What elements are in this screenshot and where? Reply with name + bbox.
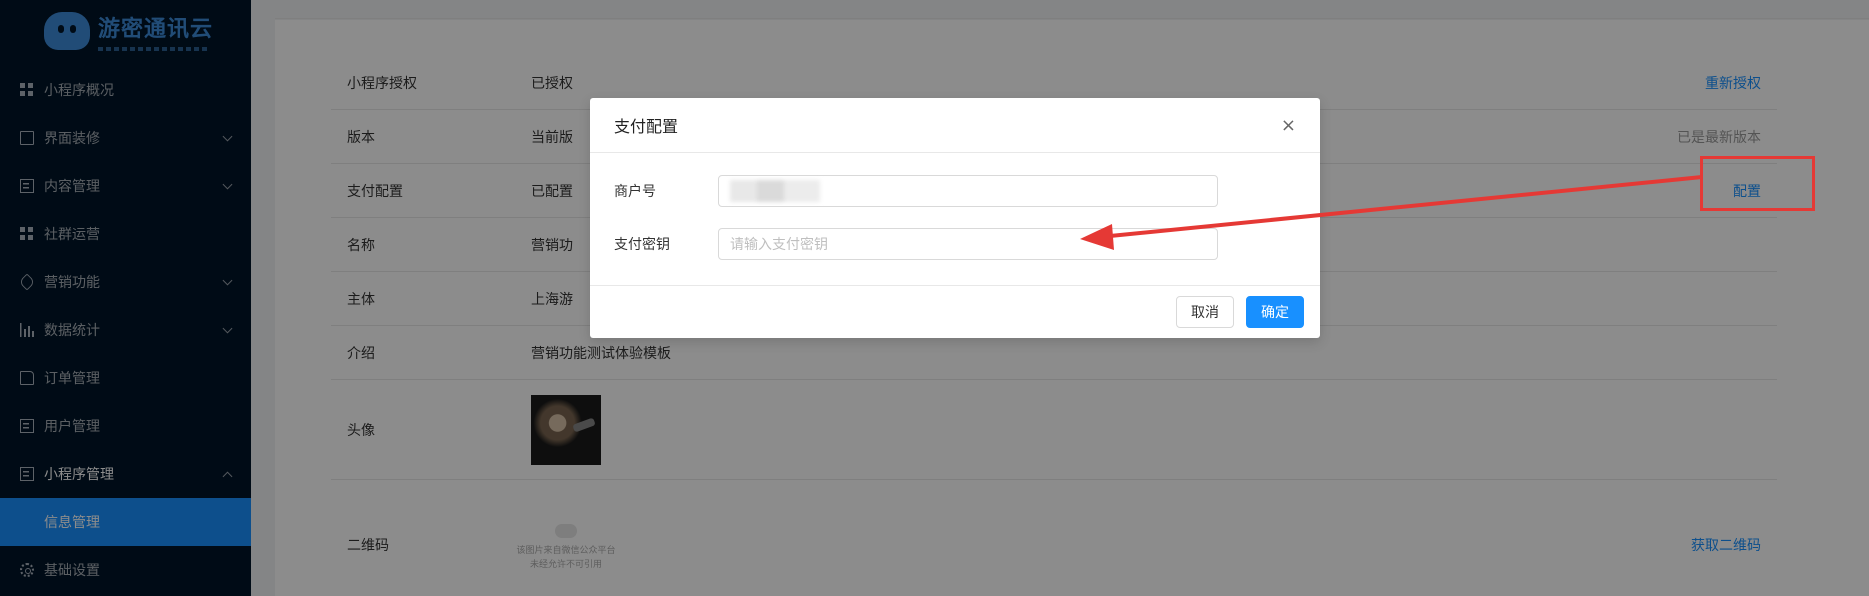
annotation-arrow (1080, 175, 1703, 250)
